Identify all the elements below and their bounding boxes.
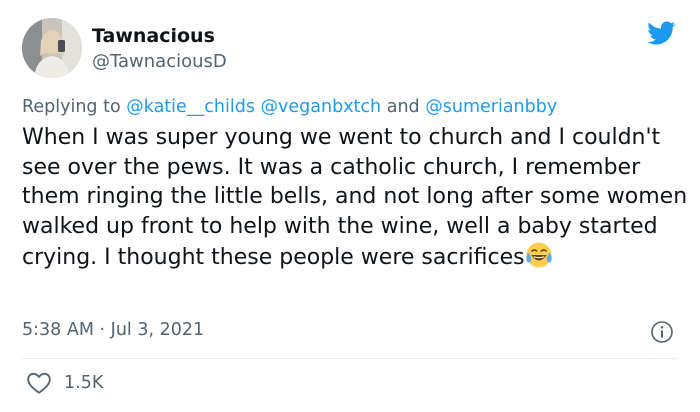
twitter-bird-icon[interactable] [644, 18, 678, 48]
reply-context: Replying to @katie__childs @veganbxtch a… [22, 97, 557, 117]
tweet-timestamp[interactable]: 5:38 AM · Jul 3, 2021 [22, 320, 204, 340]
profile-photo-icon [22, 18, 82, 78]
tweet-card: Tawnacious @TawnaciousD Replying to @kat… [0, 0, 700, 412]
tweet-date: Jul 3, 2021 [110, 320, 205, 340]
mention-link-3[interactable]: @sumerianbby [425, 97, 557, 117]
reply-prefix: Replying to [22, 97, 121, 117]
tweet-time: 5:38 AM [22, 320, 94, 340]
display-name[interactable]: Tawnacious [92, 25, 215, 47]
like-count[interactable]: 1.5K [64, 373, 103, 393]
tweet-text: When I was super young we went to church… [22, 125, 688, 270]
reply-conjunction: and [386, 97, 420, 117]
face-with-tears-of-joy-icon [525, 242, 552, 268]
mention-link-1[interactable]: @katie__childs [126, 97, 255, 117]
info-icon[interactable] [650, 320, 674, 344]
timestamp-separator: · [99, 320, 106, 340]
avatar[interactable] [22, 18, 82, 78]
tweet-body: When I was super young we went to church… [22, 123, 692, 273]
mention-link-2[interactable]: @veganbxtch [261, 97, 382, 117]
user-handle[interactable]: @TawnaciousD [92, 51, 227, 72]
divider [22, 358, 678, 359]
heart-outline-icon[interactable] [26, 371, 52, 395]
